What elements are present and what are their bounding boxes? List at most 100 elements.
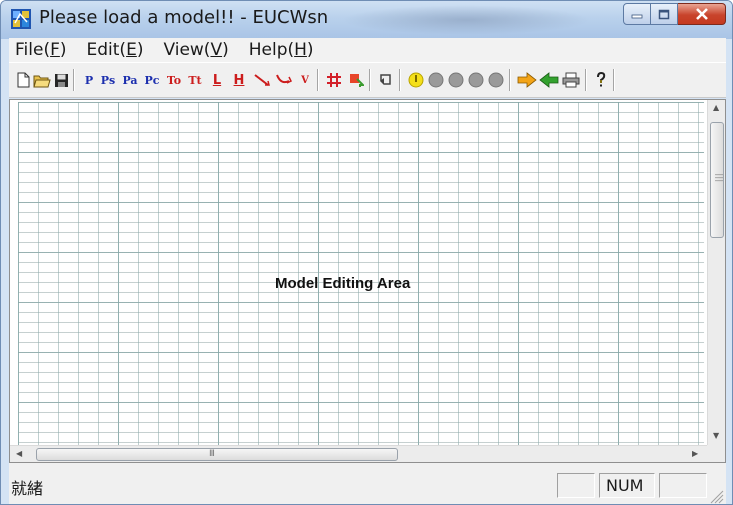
tool-to-button[interactable]: To bbox=[166, 71, 182, 89]
new-button[interactable] bbox=[15, 71, 31, 89]
printer-icon bbox=[562, 72, 580, 88]
window-title: Please load a model!! - EUCWsn bbox=[39, 7, 329, 28]
toolbar-separator bbox=[509, 69, 511, 91]
editing-area-label: Model Editing Area bbox=[275, 275, 411, 292]
help-question-icon bbox=[597, 72, 606, 87]
menu-file-tail: ) bbox=[59, 40, 67, 60]
tool-line-down-button[interactable] bbox=[253, 71, 271, 89]
editing-grid[interactable] bbox=[18, 102, 704, 446]
tool-p-button[interactable]: P bbox=[83, 71, 95, 89]
menu-file-accel: F bbox=[50, 40, 60, 60]
diagonal-line-icon bbox=[254, 74, 270, 86]
status-pane-num: NUM bbox=[599, 473, 655, 498]
close-button[interactable] bbox=[678, 3, 726, 25]
curved-line-icon bbox=[276, 74, 293, 84]
menu-file-label: File( bbox=[15, 40, 51, 60]
yellow-light-icon bbox=[408, 72, 424, 88]
minimize-icon bbox=[631, 14, 643, 19]
maximize-icon bbox=[658, 9, 670, 19]
menu-help-label: Help( bbox=[248, 40, 295, 60]
open-button[interactable] bbox=[33, 71, 51, 89]
resize-grip-icon[interactable] bbox=[708, 488, 724, 504]
toolbar-separator bbox=[399, 69, 401, 91]
back-button[interactable] bbox=[539, 71, 559, 89]
tool-ps-button[interactable]: Ps bbox=[99, 71, 117, 89]
tool-pa-button[interactable]: Pa bbox=[121, 71, 139, 89]
menu-view[interactable]: View(V) bbox=[163, 40, 228, 60]
close-icon bbox=[695, 8, 708, 20]
toolbar-separator bbox=[585, 69, 587, 91]
tool-pc-button[interactable]: Pc bbox=[143, 71, 161, 89]
print-button[interactable] bbox=[561, 71, 581, 89]
model-editing-area[interactable]: Model Editing Area ▲ ― ― ― ▼ ◀ III ▶ bbox=[9, 99, 726, 463]
status-message: 就緒 bbox=[11, 479, 44, 498]
window-controls bbox=[623, 3, 726, 25]
run-light-yellow[interactable] bbox=[407, 71, 425, 89]
app-window: Please load a model!! - EUCWsn File(F) E… bbox=[0, 0, 733, 505]
scroll-up-arrow-icon[interactable]: ▲ bbox=[713, 103, 719, 112]
status-pane-scroll bbox=[659, 473, 707, 498]
menu-view-accel: V bbox=[210, 40, 223, 60]
scrollbar-corner bbox=[707, 445, 725, 462]
run-light-3[interactable] bbox=[467, 71, 485, 89]
save-button[interactable] bbox=[53, 71, 69, 89]
scroll-left-arrow-icon[interactable]: ◀ bbox=[16, 449, 22, 458]
title-bar-decoration bbox=[341, 5, 591, 35]
run-light-4[interactable] bbox=[487, 71, 505, 89]
toolbar-separator bbox=[369, 69, 371, 91]
run-light-2[interactable] bbox=[447, 71, 465, 89]
hand-pointer-icon bbox=[350, 74, 364, 87]
minimize-button[interactable] bbox=[623, 3, 651, 25]
toolbar: P Ps Pa Pc To Tt L H V bbox=[9, 62, 726, 98]
app-icon bbox=[11, 9, 31, 29]
tool-l-button[interactable]: L bbox=[209, 71, 225, 89]
menu-help[interactable]: Help(H) bbox=[249, 40, 314, 60]
vertical-scroll-thumb[interactable]: ― ― ― bbox=[710, 122, 724, 238]
select-tool-button[interactable] bbox=[347, 71, 365, 89]
undo-button[interactable] bbox=[377, 71, 395, 89]
horizontal-scroll-thumb[interactable]: III bbox=[36, 448, 398, 461]
grey-light-icon bbox=[448, 72, 464, 88]
arrow-right-icon bbox=[517, 72, 537, 88]
grid-toggle-button[interactable] bbox=[325, 71, 343, 89]
menu-view-label: View( bbox=[163, 40, 211, 60]
vertical-thumb-grip-icon: ― ― ― bbox=[715, 170, 723, 185]
floppy-disk-icon bbox=[54, 73, 68, 87]
status-pane-caps bbox=[557, 473, 595, 498]
menu-help-accel: H bbox=[294, 40, 307, 60]
forward-button[interactable] bbox=[517, 71, 537, 89]
help-button[interactable] bbox=[593, 71, 609, 89]
scroll-down-arrow-icon[interactable]: ▼ bbox=[713, 431, 719, 440]
menu-bar: File(F) Edit(E) View(V) Help(H) bbox=[9, 38, 726, 62]
tool-h-button[interactable]: H bbox=[231, 71, 247, 89]
arrow-left-icon bbox=[539, 72, 559, 88]
toolbar-separator bbox=[73, 69, 75, 91]
title-bar[interactable]: Please load a model!! - EUCWsn bbox=[1, 1, 732, 39]
status-bar: 就緒 NUM bbox=[9, 463, 726, 504]
menu-view-tail: ) bbox=[222, 40, 229, 60]
menu-edit-label: Edit( bbox=[86, 40, 127, 60]
new-document-icon bbox=[17, 72, 29, 88]
grey-light-icon bbox=[488, 72, 504, 88]
run-light-1[interactable] bbox=[427, 71, 445, 89]
scroll-right-arrow-icon[interactable]: ▶ bbox=[692, 449, 698, 458]
menu-file[interactable]: File(F) bbox=[15, 40, 67, 60]
grid-icon bbox=[327, 73, 341, 87]
num-lock-indicator: NUM bbox=[606, 476, 644, 495]
menu-edit[interactable]: Edit(E) bbox=[87, 40, 144, 60]
grey-light-icon bbox=[428, 72, 444, 88]
toolbar-separator bbox=[613, 69, 615, 91]
tool-v-button[interactable]: V bbox=[298, 71, 312, 89]
menu-edit-tail: ) bbox=[136, 40, 144, 60]
undo-icon bbox=[380, 74, 391, 85]
menu-help-tail: ) bbox=[306, 40, 314, 60]
tool-tt-button[interactable]: Tt bbox=[187, 71, 203, 89]
horizontal-thumb-grip-icon: III bbox=[209, 449, 215, 459]
maximize-button[interactable] bbox=[651, 3, 678, 25]
tool-curve-button[interactable] bbox=[275, 71, 293, 89]
horizontal-scrollbar[interactable]: ◀ III ▶ bbox=[10, 445, 707, 462]
grey-light-icon bbox=[468, 72, 484, 88]
menu-edit-accel: E bbox=[126, 40, 137, 60]
toolbar-separator bbox=[317, 69, 319, 91]
vertical-scrollbar[interactable]: ▲ ― ― ― ▼ bbox=[707, 100, 725, 446]
